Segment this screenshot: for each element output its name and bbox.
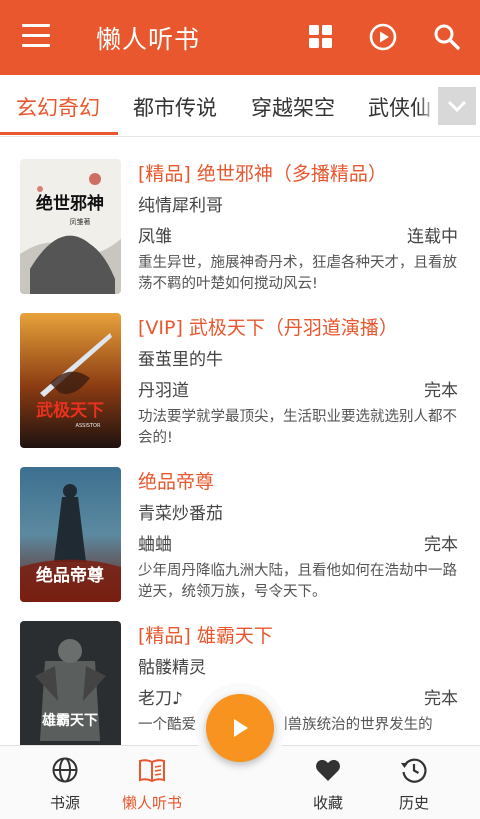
nav-item-history[interactable]: 历史 (369, 746, 459, 819)
tab-expand-button[interactable] (438, 87, 476, 125)
search-icon[interactable] (432, 22, 462, 52)
heart-icon (316, 759, 340, 781)
tab-fade (418, 75, 438, 135)
cover-title: 雄霸天下 (41, 712, 98, 729)
book-narrator: 蚕茧里的牛 (138, 350, 223, 370)
book-narrator: 纯情犀利哥 (138, 196, 223, 216)
book-description: 功法要学就学最顶尖，生活职业要选就选别人都不会的! (138, 409, 457, 446)
grid-icon[interactable] (306, 22, 336, 52)
history-icon (401, 758, 427, 783)
book-author: 蛐蛐 (138, 535, 172, 555)
chevron-down-icon (447, 100, 467, 113)
nav-item-favorites[interactable]: 收藏 (283, 746, 373, 819)
app-title: 懒人听书 (96, 25, 201, 54)
book-title: [精品] 绝世邪神（多播精品） (138, 163, 387, 185)
book-item[interactable]: 绝世邪神 凤雏著 [精品] 绝世邪神（多播精品） 纯情犀利哥 凤雏 连载中 重生… (0, 159, 480, 313)
nav-item-lanren[interactable]: 懒人听书 (107, 746, 197, 819)
app-bar: 懒人听书 (0, 0, 480, 75)
tab-dushi[interactable]: 都市传说 (133, 92, 217, 122)
tab-xuanhuan[interactable]: 玄幻奇幻 (16, 92, 100, 122)
book-narrator: 骷髅精灵 (138, 658, 206, 678)
tab-chuanyue[interactable]: 穿越架空 (251, 92, 335, 122)
book-cover: 雄霸天下 (20, 621, 121, 745)
book-title: 绝品帝尊 (138, 471, 215, 493)
book-description: 少年周丹降临九洲大陆，且看他如何在浩劫中一路逆天，统领万族，号令天下。 (138, 563, 457, 600)
book-cover: 武极天下 ASSISTOR (20, 313, 121, 448)
menu-icon[interactable] (22, 24, 50, 48)
book-status: 完本 (424, 535, 458, 555)
book-title: [VIP] 武极天下（丹羽道演播） (138, 317, 398, 339)
cover-title: 绝品帝尊 (36, 565, 104, 586)
book-icon (139, 759, 165, 783)
nav-label: 历史 (398, 794, 429, 812)
book-item[interactable]: 武极天下 ASSISTOR [VIP] 武极天下（丹羽道演播） 蚕茧里的牛 丹羽… (0, 313, 480, 467)
nav-label: 懒人听书 (121, 794, 182, 812)
book-status: 完本 (424, 689, 458, 709)
book-author: 丹羽道 (138, 381, 189, 401)
play-button[interactable] (206, 694, 274, 762)
cover-title: 绝世邪神 (36, 193, 104, 214)
book-cover: 绝品帝尊 (20, 467, 121, 602)
book-author: 老刀♪ (138, 689, 183, 709)
cover-subtitle: ASSISTOR (76, 423, 101, 429)
tab-indicator (0, 132, 118, 135)
book-cover: 绝世邪神 凤雏著 (20, 159, 121, 294)
cover-title: 武极天下 (36, 400, 104, 421)
play-circle-icon[interactable] (368, 22, 398, 52)
book-narrator: 青菜炒番茄 (138, 504, 223, 524)
nav-label: 收藏 (312, 794, 343, 812)
book-status: 连载中 (407, 227, 458, 247)
nav-item-sources[interactable]: 书源 (20, 746, 110, 819)
cover-subtitle: 凤雏著 (70, 217, 91, 226)
book-author: 凤雏 (138, 227, 172, 247)
book-status: 完本 (424, 381, 458, 401)
book-list: 绝世邪神 凤雏著 [精品] 绝世邪神（多播精品） 纯情犀利哥 凤雏 连载中 重生… (0, 137, 480, 745)
book-item[interactable]: 绝品帝尊 绝品帝尊 青菜炒番茄 蛐蛐 完本 少年周丹降临九洲大陆，且看他如何在浩… (0, 467, 480, 621)
book-description: 一个酷爱 的宅男穿越到兽族统治的世界发生的 (138, 717, 433, 733)
globe-icon (52, 757, 78, 783)
play-icon (234, 719, 248, 737)
book-description: 重生异世，施展神奇丹术，狂虐各种天才，且看放荡不羁的叶楚如何搅动风云! (138, 255, 457, 292)
nav-label: 书源 (49, 794, 80, 812)
book-title: [精品] 雄霸天下 (138, 625, 273, 647)
category-tabs: 玄幻奇幻 都市传说 穿越架空 武侠仙 (0, 75, 480, 137)
